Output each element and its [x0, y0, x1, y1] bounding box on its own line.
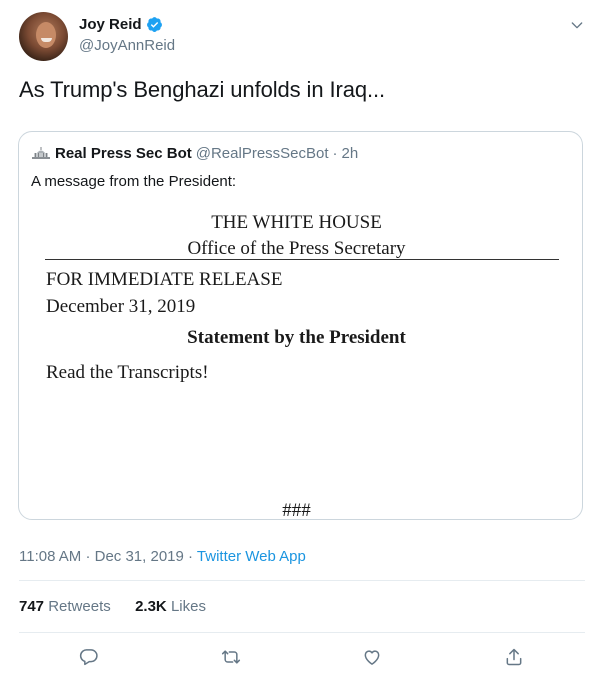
release-title: THE WHITE HOUSE [211, 212, 382, 233]
quoted-tweet-header: Real Press Sec Bot @RealPressSecBot · 2h [31, 145, 358, 162]
verified-badge-icon [146, 17, 162, 32]
retweet-button[interactable] [219, 645, 243, 669]
tweet-meta: 11:08 AM · Dec 31, 2019 · Twitter Web Ap… [19, 548, 306, 565]
quoted-tweet[interactable]: Real Press Sec Bot @RealPressSecBot · 2h… [18, 131, 583, 520]
likes-label: Likes [170, 598, 206, 615]
divider-top [19, 580, 585, 581]
tweet-time[interactable]: 11:08 AM [19, 548, 81, 565]
tweet: Joy Reid @JoyAnnReid As Trump's Benghazi… [0, 0, 602, 682]
author-avatar[interactable] [19, 12, 68, 61]
retweets-label: Retweets [48, 598, 111, 615]
reply-button[interactable] [77, 645, 101, 669]
heart-icon [364, 650, 380, 665]
quoted-display-name[interactable]: Real Press Sec Bot [55, 145, 192, 162]
retweet-icon [221, 650, 241, 664]
retweets-stat[interactable]: 747 Retweets [19, 598, 115, 615]
release-immediate: FOR IMMEDIATE RELEASE [46, 269, 283, 290]
author-name-row[interactable]: Joy Reid [79, 16, 163, 33]
release-body: Read the Transcripts! [46, 362, 209, 383]
release-date: December 31, 2019 [46, 296, 196, 317]
quoted-text: A message from the President: [31, 173, 237, 190]
tweet-stats: 747 Retweets 2.3K Likes [19, 598, 206, 615]
meta-separator-2: · [188, 548, 194, 565]
like-button[interactable] [360, 645, 384, 669]
meta-separator: · [85, 548, 91, 565]
release-statement-title: Statement by the President [187, 327, 406, 348]
author-handle[interactable]: @JoyAnnReid [79, 37, 175, 54]
release-end-mark: ### [282, 500, 311, 520]
share-icon [506, 648, 522, 666]
release-rule [45, 259, 559, 260]
author-display-name[interactable]: Joy Reid [79, 16, 142, 33]
reply-icon [79, 649, 98, 666]
tweet-source-link[interactable]: Twitter Web App [197, 548, 306, 565]
press-release-image: THE WHITE HOUSE Office of the Press Secr… [19, 202, 582, 520]
likes-stat[interactable]: 2.3K Likes [135, 598, 206, 615]
tweet-text: As Trump's Benghazi unfolds in Iraq... [19, 77, 386, 102]
chevron-down-icon[interactable] [569, 17, 585, 33]
tweet-date[interactable]: Dec 31, 2019 [95, 548, 184, 565]
retweets-count: 747 [19, 598, 45, 615]
quoted-separator: · [332, 145, 338, 162]
white-house-avatar-icon [32, 146, 50, 159]
share-button[interactable] [502, 645, 526, 669]
quoted-time[interactable]: 2h [342, 145, 359, 162]
release-office: Office of the Press Secretary [187, 238, 406, 259]
divider-bottom [19, 632, 585, 633]
likes-count: 2.3K [135, 598, 167, 615]
tweet-actions [0, 645, 602, 671]
quoted-handle[interactable]: @RealPressSecBot [196, 145, 329, 162]
